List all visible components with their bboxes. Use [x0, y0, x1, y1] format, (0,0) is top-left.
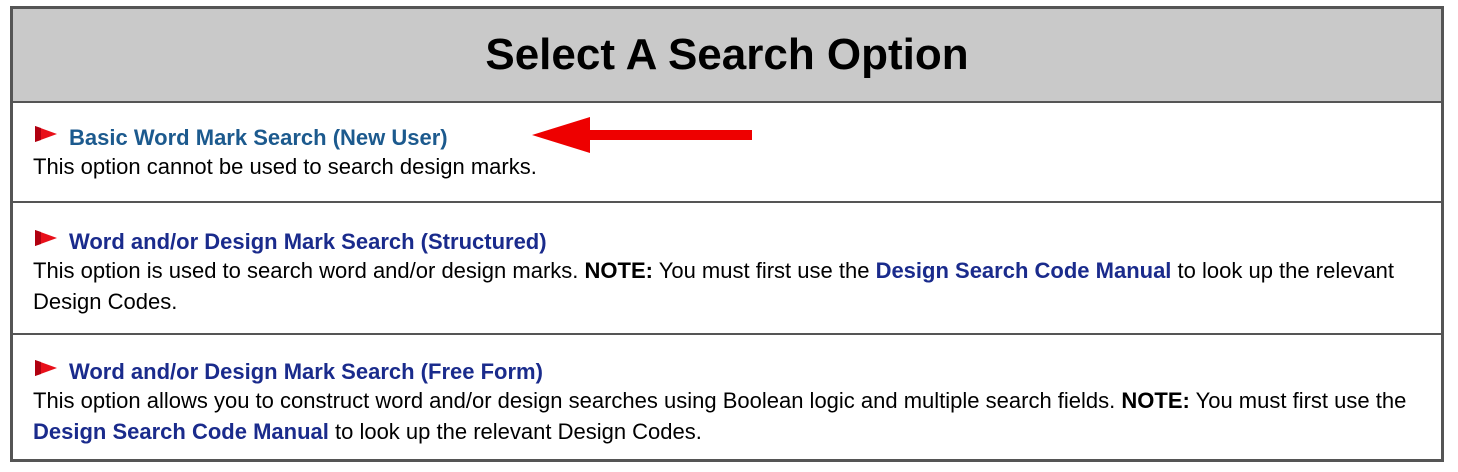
note-label: NOTE: [1121, 388, 1190, 413]
red-bullet-icon [35, 126, 57, 142]
free-form-search-link[interactable]: Word and/or Design Mark Search (Free For… [69, 359, 543, 385]
search-options-table: Select A Search Option Basic Word Mark S… [10, 6, 1444, 462]
red-bullet-icon [35, 230, 57, 246]
page-title: Select A Search Option [485, 30, 969, 79]
red-arrow-icon [532, 117, 752, 153]
description-text: This option allows you to construct word… [33, 388, 1116, 413]
description-text: You must first use the [1195, 388, 1407, 413]
option-structured-search: Word and/or Design Mark Search (Structur… [13, 205, 1441, 335]
red-bullet-icon [35, 360, 57, 376]
option-description: This option is used to search word and/o… [33, 255, 1421, 317]
option-description: This option allows you to construct word… [33, 385, 1421, 447]
header-row: Select A Search Option [13, 9, 1441, 103]
design-search-code-manual-link[interactable]: Design Search Code Manual [876, 258, 1172, 283]
option-free-form-search: Word and/or Design Mark Search (Free For… [13, 337, 1441, 462]
description-text: You must first use the [658, 258, 870, 283]
note-label: NOTE: [584, 258, 653, 283]
description-text: This option is used to search word and/o… [33, 258, 579, 283]
option-title-line: Word and/or Design Mark Search (Structur… [33, 229, 1421, 255]
structured-search-link[interactable]: Word and/or Design Mark Search (Structur… [69, 229, 547, 255]
description-text: to look up the relevant Design Codes. [334, 419, 702, 444]
option-description: This option cannot be used to search des… [33, 154, 537, 179]
design-search-code-manual-link[interactable]: Design Search Code Manual [33, 419, 329, 444]
basic-word-mark-search-link[interactable]: Basic Word Mark Search (New User) [69, 125, 448, 151]
option-title-line: Word and/or Design Mark Search (Free For… [33, 359, 1421, 385]
